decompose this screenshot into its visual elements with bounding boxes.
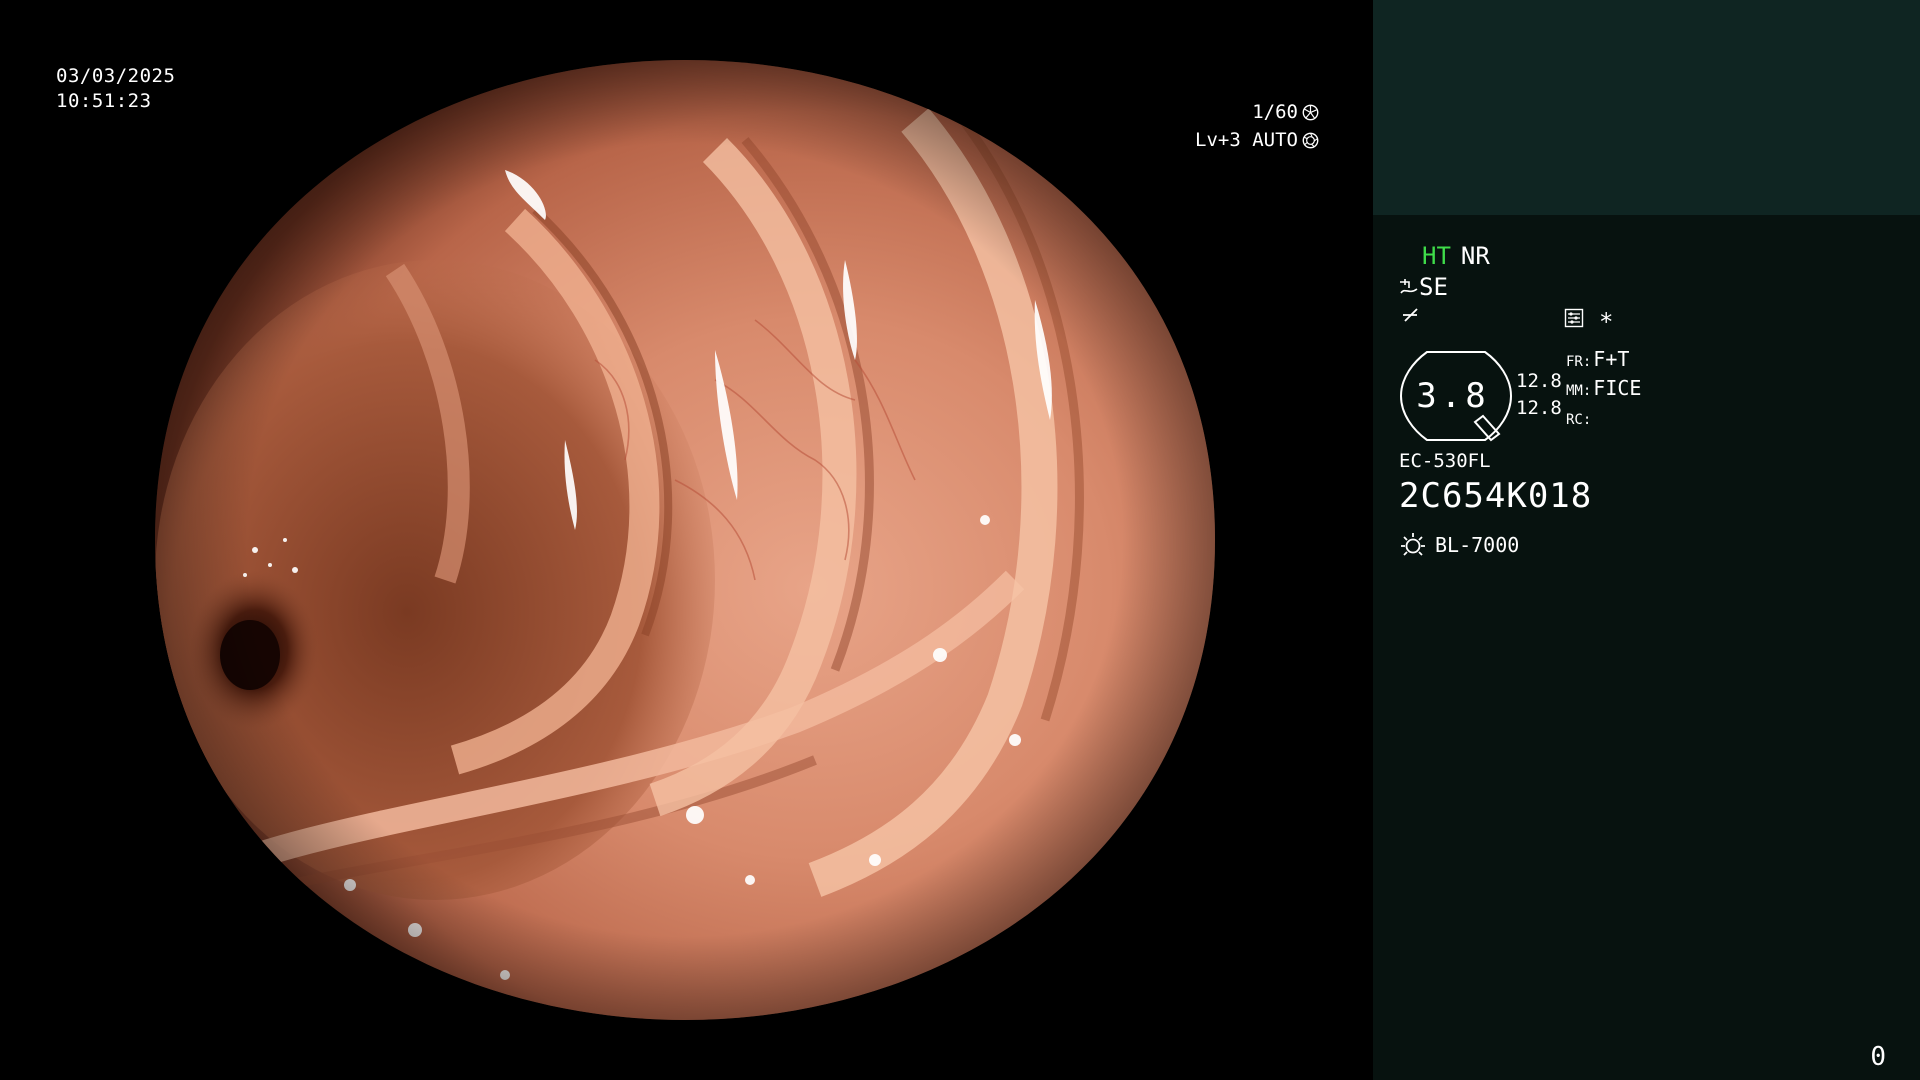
iris-row: Lv+3 AUTO xyxy=(1059,126,1319,154)
mm-value: FICE xyxy=(1593,376,1642,400)
patient-info-area xyxy=(1373,0,1920,215)
structure-enhance-label: SE xyxy=(1419,273,1448,301)
datetime-display: 03/03/2025 10:51:23 xyxy=(56,64,175,114)
image-params: FR: F+T MM: FICE RC: xyxy=(1566,346,1641,433)
structure-enhance-icon xyxy=(1400,279,1418,294)
frame-counter: 0 xyxy=(1870,1042,1886,1072)
mode-ht-label: HT xyxy=(1422,242,1451,270)
colon-lumen-image xyxy=(155,60,1215,1020)
shutter-speed: 1/60 xyxy=(1252,101,1298,123)
light-source-label: BL-7000 xyxy=(1435,533,1520,557)
exposure-settings: 1/60 Lv+3 AUTO xyxy=(1059,98,1319,154)
light-source-row: BL-7000 xyxy=(1399,531,1519,559)
param-fr: FR: F+T xyxy=(1566,346,1641,375)
endoscope-monitor: 03/03/2025 10:51:23 1/60 Lv+3 AUTO HT NR… xyxy=(0,0,1920,1080)
stat-value-1: 12.8 xyxy=(1516,370,1562,392)
asterisk-mark: * xyxy=(1599,308,1614,336)
fr-value: F+T xyxy=(1593,347,1630,371)
memory-icon xyxy=(1564,308,1584,328)
rc-label: RC: xyxy=(1566,412,1592,428)
color-enhance-icon xyxy=(1403,308,1418,322)
processing-modes: HT NR xyxy=(1422,242,1490,270)
mm-label: MM: xyxy=(1566,383,1592,399)
zoom-badge: 3.8 xyxy=(1399,350,1513,442)
date-text: 03/03/2025 xyxy=(56,65,176,87)
scope-serial: 2C654K018 xyxy=(1399,476,1593,516)
stat-values: 12.8 12.8 xyxy=(1516,368,1562,422)
shutter-icon xyxy=(1302,104,1319,120)
structure-enhance-row: SE xyxy=(1399,273,1448,301)
shutter-row: 1/60 xyxy=(1059,98,1319,126)
fr-label: FR: xyxy=(1566,354,1592,370)
endoscopic-view: 03/03/2025 10:51:23 1/60 Lv+3 AUTO xyxy=(0,0,1373,1080)
param-mm: MM: FICE xyxy=(1566,375,1641,404)
iris-mode: Lv+3 AUTO xyxy=(1195,129,1298,151)
info-panel: HT NR SE * 3.8 12.8 12.8 FR: F+T MM: FIC… xyxy=(1373,0,1920,1080)
param-rc: RC: xyxy=(1566,404,1641,433)
stat-value-2: 12.8 xyxy=(1516,397,1562,419)
iris-icon xyxy=(1302,132,1319,148)
lamp-icon xyxy=(1401,533,1425,556)
time-text: 10:51:23 xyxy=(56,90,152,112)
scope-model: EC-530FL xyxy=(1399,450,1491,472)
mode-nr-label: NR xyxy=(1460,242,1490,270)
zoom-value: 3.8 xyxy=(1416,376,1490,416)
color-enhance-row xyxy=(1399,305,1421,333)
